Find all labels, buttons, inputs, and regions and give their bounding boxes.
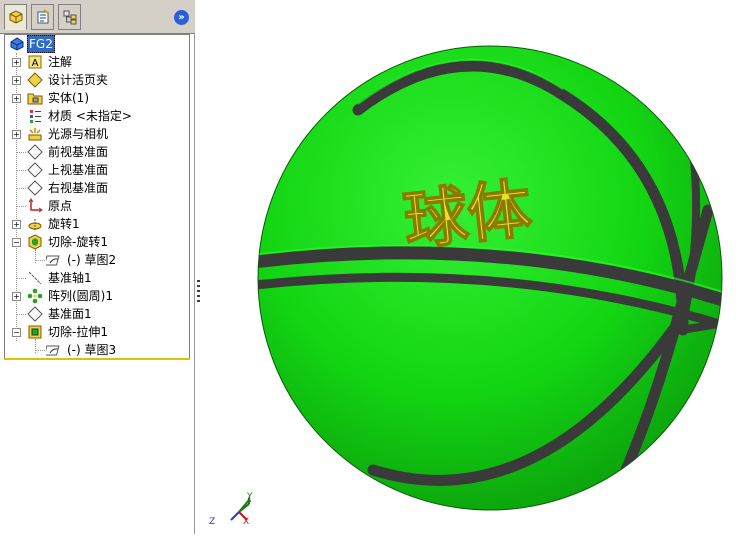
tree-connector <box>17 188 26 189</box>
tree-item-label: 注解 <box>48 55 73 69</box>
tree-item-label: (-) 草图2 <box>67 253 117 267</box>
tree-item-label: 材质 <未指定> <box>48 109 132 123</box>
tree-item-lights-cameras[interactable]: + 光源与相机 <box>5 125 191 143</box>
tree-item-front-plane[interactable]: 前视基准面 <box>5 143 191 161</box>
tree-item-label: (-) 草图3 <box>67 343 117 357</box>
tree-root-label: FG2 <box>27 35 55 53</box>
revolve-icon <box>28 219 42 230</box>
tree-item-annotations[interactable]: + A 注解 <box>5 53 191 71</box>
pane-splitter[interactable] <box>196 0 202 534</box>
model-view: 球体 Y Z X <box>209 45 743 527</box>
expand-toggle[interactable]: + <box>12 58 21 67</box>
tree-item-label: 切除-旋转1 <box>48 235 108 249</box>
solid-bodies-icon <box>27 93 43 105</box>
plane-icon <box>27 162 43 178</box>
tree-item-label: 基准轴1 <box>48 271 92 285</box>
cut-revolve-icon <box>28 234 42 250</box>
collapse-pane-button[interactable]: » <box>174 10 189 25</box>
tab-property-manager[interactable] <box>31 4 54 30</box>
expand-toggle[interactable]: + <box>12 292 21 301</box>
tree-item-cut-extrude1[interactable]: − 切除-拉伸1 <box>5 323 191 341</box>
tree-item-label: 光源与相机 <box>48 127 109 141</box>
axis-icon <box>28 271 42 285</box>
plane-icon <box>27 144 43 160</box>
sketch-icon <box>46 345 60 356</box>
tree-item-label: 前视基准面 <box>48 145 109 159</box>
axis-triad: Y Z X <box>209 492 253 527</box>
tree-item-sketch3[interactable]: (-) 草图3 <box>5 341 191 359</box>
design-binder-icon <box>27 72 43 88</box>
tree-connector <box>17 278 26 279</box>
tree-item-right-plane[interactable]: 右视基准面 <box>5 179 191 197</box>
tree-item-revolve1[interactable]: + 旋转1 <box>5 215 191 233</box>
tree-connector <box>17 206 26 207</box>
graphics-viewport[interactable]: 球体 Y Z X <box>203 0 755 534</box>
circular-pattern-icon <box>27 288 43 304</box>
embossed-text: 球体 <box>400 172 535 260</box>
annotations-icon: A <box>28 55 42 69</box>
tree-item-label: 阵列(圆周)1 <box>48 289 113 303</box>
triad-z-label: Z <box>209 517 215 527</box>
tree-item-design-binder[interactable]: + 设计活页夹 <box>5 71 191 89</box>
tree-connector <box>17 170 26 171</box>
tab-configuration-manager[interactable] <box>58 4 81 30</box>
tree-item-label: 切除-拉伸1 <box>48 325 108 339</box>
tree-item-sketch2[interactable]: (-) 草图2 <box>5 251 191 269</box>
expand-toggle[interactable]: + <box>12 94 21 103</box>
tree-item-label: 基准面1 <box>48 307 92 321</box>
expand-toggle[interactable]: + <box>12 130 21 139</box>
tree-item-material[interactable]: 材质 <未指定> <box>5 107 191 125</box>
manager-tab-bar: » <box>0 0 195 34</box>
tree-item-axis1[interactable]: 基准轴1 <box>5 269 191 287</box>
basketball-model[interactable]: 球体 <box>253 45 743 520</box>
part-icon <box>10 37 24 51</box>
property-manager-icon <box>37 9 49 24</box>
expand-toggle[interactable]: + <box>12 220 21 229</box>
configuration-manager-icon <box>63 10 76 25</box>
lights-cameras-icon <box>28 128 42 141</box>
tree-item-label: 右视基准面 <box>48 181 109 195</box>
plane-icon <box>27 306 43 322</box>
tree-connector <box>17 314 26 315</box>
plane-icon <box>27 180 43 196</box>
triad-x-label: X <box>243 517 249 527</box>
origin-icon <box>28 198 43 213</box>
tree-item-solid-bodies[interactable]: + 实体(1) <box>5 89 191 107</box>
feature-tree: FG2 + A 注解 + 设计活页夹 + 实体(1) 材质 <未指定> + 光源… <box>4 34 190 360</box>
rollback-bar[interactable] <box>4 358 190 360</box>
tab-feature-manager[interactable] <box>4 4 27 30</box>
cut-extrude-icon <box>28 325 42 339</box>
tree-connector <box>36 260 45 261</box>
tree-item-plane1[interactable]: 基准面1 <box>5 305 191 323</box>
tree-item-circular-pattern1[interactable]: + 阵列(圆周)1 <box>5 287 191 305</box>
tree-item-label: 实体(1) <box>48 91 89 105</box>
collapse-toggle[interactable]: − <box>12 328 21 337</box>
tree-root[interactable]: FG2 <box>5 35 191 53</box>
feature-manager-pane: » FG2 + A 注解 + 设计活页夹 + 实体(1) 材质 <未指定> + … <box>0 0 195 534</box>
triad-y-label: Y <box>246 492 253 502</box>
sketch-icon <box>46 255 60 266</box>
tree-connector <box>17 152 26 153</box>
svg-text:A: A <box>32 58 39 69</box>
expand-toggle[interactable]: + <box>12 76 21 85</box>
tree-connector <box>36 350 45 351</box>
splitter-grip-icon[interactable] <box>197 280 200 304</box>
tree-item-label: 原点 <box>48 199 73 213</box>
tree-item-label: 设计活页夹 <box>48 73 109 87</box>
tree-item-top-plane[interactable]: 上视基准面 <box>5 161 191 179</box>
tree-item-origin[interactable]: 原点 <box>5 197 191 215</box>
material-icon <box>30 110 41 123</box>
collapse-toggle[interactable]: − <box>12 238 21 247</box>
tree-item-label: 旋转1 <box>48 217 80 231</box>
tree-item-cut-revolve1[interactable]: − 切除-旋转1 <box>5 233 191 251</box>
tree-item-label: 上视基准面 <box>48 163 109 177</box>
feature-manager-icon <box>9 10 22 24</box>
